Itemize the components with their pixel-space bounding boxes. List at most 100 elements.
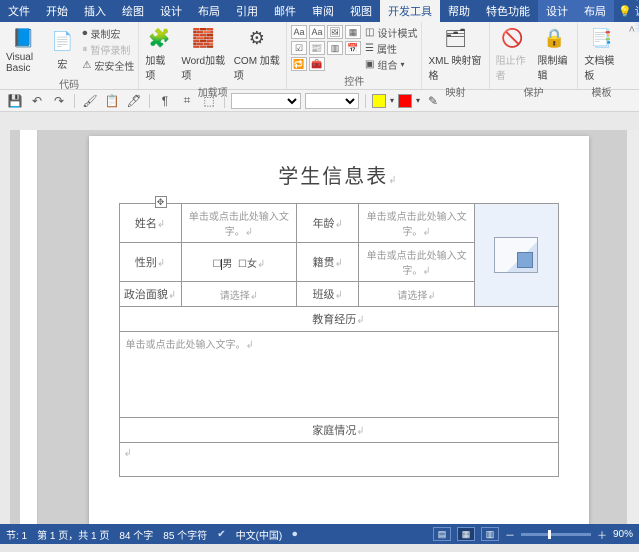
ctl-checkbox[interactable]: ☑ (291, 41, 307, 55)
qat-btn-7[interactable]: ✎ (424, 92, 442, 110)
ctl-date[interactable]: 📅 (345, 41, 361, 55)
vertical-ruler[interactable] (20, 130, 38, 524)
qat-btn-4[interactable]: ¶ (156, 92, 174, 110)
cell-family-content[interactable]: ↲ (119, 443, 558, 477)
status-page[interactable]: 第 1 页，共 1 页 (37, 527, 109, 542)
macro-security-button[interactable]: ⚠宏安全性 (82, 58, 134, 73)
tab-references[interactable]: 引用 (228, 0, 266, 22)
ctl-buildingblock[interactable]: ▦ (345, 25, 361, 39)
ctl-combobox[interactable]: 📰 (309, 41, 325, 55)
zoom-level[interactable]: 90% (613, 529, 633, 540)
qat-btn-3[interactable]: 🖊 (125, 92, 143, 110)
picture-placeholder-icon[interactable] (494, 237, 538, 273)
qat-btn-1[interactable]: 🖌 (81, 92, 99, 110)
cell-age-label[interactable]: 年龄↲ (297, 204, 359, 243)
font-combo[interactable] (305, 93, 359, 109)
status-words[interactable]: 84 个字 (119, 527, 153, 542)
cell-family-label[interactable]: 家庭情况↲ (119, 418, 558, 443)
visual-basic-button[interactable]: 📘Visual Basic (4, 24, 42, 75)
qat-btn-6[interactable]: ⬚ (200, 92, 218, 110)
tab-developer[interactable]: 开发工具 (380, 0, 440, 22)
status-chars[interactable]: 85 个字符 (163, 527, 207, 542)
cell-gender-label[interactable]: 性别↲ (119, 243, 181, 282)
ctl-picture[interactable]: 🖼 (327, 25, 343, 39)
addins-button[interactable]: 🧩加载项 (143, 24, 175, 83)
redo-button[interactable]: ↷ (50, 92, 68, 110)
com-addins-button[interactable]: ⚙COM 加载项 (232, 24, 282, 83)
zoom-in-button[interactable]: ＋ (597, 527, 607, 542)
vertical-scrollbar[interactable] (627, 130, 639, 524)
tab-features[interactable]: 特色功能 (478, 0, 538, 22)
tab-home[interactable]: 开始 (38, 0, 76, 22)
table-row[interactable]: 姓名↲ 单击或点击此处输入文字。↲ 年龄↲ 单击或点击此处输入文字。↲ (119, 204, 558, 243)
zoom-slider[interactable] (521, 533, 591, 536)
tab-file[interactable]: 文件 (0, 0, 38, 22)
tab-insert[interactable]: 插入 (76, 0, 114, 22)
shading-dropdown[interactable]: ▾ (390, 96, 394, 105)
status-macro-icon[interactable]: ⏺ (292, 529, 297, 540)
page-scroll[interactable]: 学生信息表↲ ✥ 姓名↲ 单击或点击此处输入文字。↲ 年龄↲ 单击或点击此处输入… (38, 130, 639, 524)
cell-class-input[interactable]: 请选择↲ (359, 282, 475, 307)
tab-table-layout[interactable]: 布局 (576, 0, 614, 22)
restrict-edit-button[interactable]: 🔒限制编辑 (535, 24, 573, 83)
cell-edu-content[interactable]: 单击或点击此处输入文字。↲ (119, 332, 558, 418)
cell-native-input[interactable]: 单击或点击此处输入文字。↲ (359, 243, 475, 282)
group-button[interactable]: ▣组合 ▾ (365, 57, 417, 72)
tab-help[interactable]: 帮助 (440, 0, 478, 22)
record-macro-button[interactable]: ⏺录制宏 (82, 26, 134, 41)
table-row[interactable]: 单击或点击此处输入文字。↲ (119, 332, 558, 418)
ctl-richtext[interactable]: Aa (291, 25, 307, 39)
checkbox-female[interactable]: ☐ (238, 259, 247, 270)
save-button[interactable]: 💾 (6, 92, 24, 110)
table-row[interactable]: 教育经历↲ (119, 307, 558, 332)
view-read-button[interactable]: ▤ (433, 527, 451, 541)
block-authors-button[interactable]: 🚫阻止作者 (494, 24, 532, 83)
ctl-plaintext[interactable]: Aa (309, 25, 325, 39)
macros-button[interactable]: 📄宏 (46, 28, 78, 72)
cell-photo[interactable] (474, 204, 558, 307)
cell-age-input[interactable]: 单击或点击此处输入文字。↲ (359, 204, 475, 243)
xml-mapping-button[interactable]: 🗂XML 映射窗格 (426, 24, 484, 83)
cell-politics-label[interactable]: 政治面貌↲ (119, 282, 181, 307)
tab-layout[interactable]: 布局 (190, 0, 228, 22)
cell-native-label[interactable]: 籍贯↲ (297, 243, 359, 282)
checkbox-male[interactable]: ☐ (212, 259, 222, 270)
design-mode-button[interactable]: ◫设计模式 (365, 25, 417, 40)
cell-name-label[interactable]: 姓名↲ (119, 204, 181, 243)
zoom-out-button[interactable]: － (505, 527, 515, 542)
view-print-button[interactable]: ▦ (457, 527, 475, 541)
qat-btn-5[interactable]: ⌗ (178, 92, 196, 110)
view-web-button[interactable]: ▥ (481, 527, 499, 541)
ctl-dropdown[interactable]: ▥ (327, 41, 343, 55)
properties-button[interactable]: ☰属性 (365, 41, 417, 56)
table-anchor-icon[interactable]: ✥ (155, 196, 167, 208)
tell-me[interactable]: 💡告诉我 (618, 0, 639, 22)
cell-gender-input[interactable]: ☐男 ☐女↲ (181, 243, 297, 282)
status-language[interactable]: 中文(中国) (236, 527, 283, 542)
student-info-table[interactable]: 姓名↲ 单击或点击此处输入文字。↲ 年龄↲ 单击或点击此处输入文字。↲ 性别↲ … (119, 203, 559, 477)
cell-politics-input[interactable]: 请选择↲ (181, 282, 297, 307)
fontcolor-dropdown[interactable]: ▾ (416, 96, 420, 105)
status-section[interactable]: 节: 1 (6, 527, 27, 542)
collapse-ribbon[interactable]: ˄ (625, 22, 639, 89)
style-combo[interactable] (231, 93, 301, 109)
tab-draw[interactable]: 绘图 (114, 0, 152, 22)
tab-mailings[interactable]: 邮件 (266, 0, 304, 22)
doc-template-button[interactable]: 📑文档模板 (582, 24, 620, 83)
status-spellcheck-icon[interactable]: ✔ (217, 529, 225, 540)
tab-design[interactable]: 设计 (152, 0, 190, 22)
document-page[interactable]: 学生信息表↲ ✥ 姓名↲ 单击或点击此处输入文字。↲ 年龄↲ 单击或点击此处输入… (89, 136, 589, 524)
undo-button[interactable]: ↶ (28, 92, 46, 110)
shading-color-swatch[interactable] (372, 94, 386, 108)
table-row[interactable]: 家庭情况↲ (119, 418, 558, 443)
cell-class-label[interactable]: 班级↲ (297, 282, 359, 307)
font-color-swatch[interactable] (398, 94, 412, 108)
tab-table-design[interactable]: 设计 (538, 0, 576, 22)
word-addins-button[interactable]: 🧱Word加载项 (179, 24, 227, 83)
qat-btn-2[interactable]: 📋 (103, 92, 121, 110)
table-row[interactable]: ↲ (119, 443, 558, 477)
cell-edu-label[interactable]: 教育经历↲ (119, 307, 558, 332)
ctl-legacy[interactable]: 🧰 (309, 57, 325, 71)
tab-view[interactable]: 视图 (342, 0, 380, 22)
pause-record-button[interactable]: ⏸暂停录制 (82, 42, 134, 57)
